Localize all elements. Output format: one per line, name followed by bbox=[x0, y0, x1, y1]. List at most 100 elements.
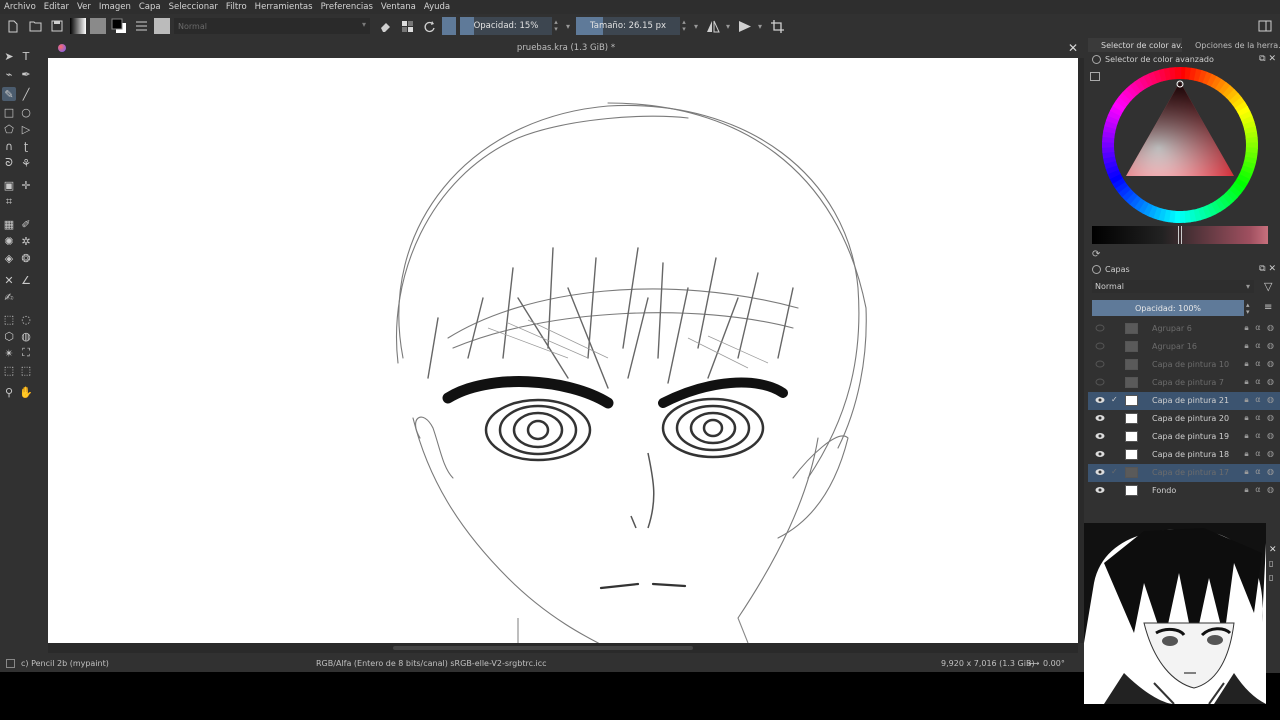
freehand-path-tool-icon[interactable]: ʈ bbox=[19, 139, 33, 153]
layer-name[interactable]: Capa de pintura 10 bbox=[1152, 360, 1229, 369]
document-title[interactable]: pruebas.kra (1.3 GiB) * bbox=[48, 43, 1084, 53]
wrap-around-icon[interactable] bbox=[768, 17, 786, 35]
freehand-brush-tool-icon[interactable]: ✎ bbox=[2, 87, 16, 101]
menu-preferencias[interactable]: Preferencias bbox=[321, 2, 373, 12]
text-tool-icon[interactable]: T bbox=[19, 49, 33, 63]
blend-mode-select[interactable]: Normal ▾ bbox=[174, 18, 370, 34]
mirror-horizontal-icon[interactable] bbox=[704, 17, 722, 35]
visibility-eye-icon[interactable] bbox=[1095, 414, 1105, 422]
layer-name[interactable]: Agrupar 16 bbox=[1152, 342, 1197, 351]
calligraphy-tool-icon[interactable]: ✒ bbox=[19, 67, 33, 81]
canvas-horizontal-scrollbar[interactable] bbox=[48, 643, 1078, 653]
layer-properties-icons[interactable]: 🔒︎ α ◍ bbox=[1244, 467, 1276, 477]
layer-row[interactable]: Fondo 🔒︎ α ◍ bbox=[1088, 482, 1280, 500]
reference-images-tool-icon[interactable]: ✍ bbox=[2, 290, 16, 304]
layer-properties-icons[interactable]: 🔒︎ α ◍ bbox=[1244, 323, 1276, 333]
size-slider[interactable]: Tamaño: 26.15 px bbox=[576, 17, 681, 35]
menu-herramientas[interactable]: Herramientas bbox=[255, 2, 313, 12]
new-document-icon[interactable] bbox=[4, 17, 22, 35]
layer-name[interactable]: Capa de pintura 17 bbox=[1152, 468, 1229, 477]
visibility-eye-icon[interactable] bbox=[1095, 468, 1105, 476]
multibrush-tool-icon[interactable]: ⚘ bbox=[19, 156, 33, 170]
layer-properties-icons[interactable]: 🔒︎ α ◍ bbox=[1244, 431, 1276, 441]
menu-ver[interactable]: Ver bbox=[77, 2, 91, 12]
zoom-tool-icon[interactable]: ⚲ bbox=[2, 385, 16, 399]
menu-ayuda[interactable]: Ayuda bbox=[424, 2, 450, 12]
layer-properties-icons[interactable]: 🔒︎ α ◍ bbox=[1244, 485, 1276, 495]
gradient-swatch[interactable] bbox=[70, 18, 86, 34]
layer-selected-check-icon[interactable]: ✓ bbox=[1111, 395, 1118, 404]
color-picker-tool-icon[interactable]: ✐ bbox=[19, 217, 33, 231]
gradient-tool-icon[interactable]: ▦ bbox=[2, 217, 16, 231]
filter-icon[interactable]: ▽ bbox=[1264, 280, 1272, 293]
polygon-tool-icon[interactable]: ⬠ bbox=[2, 122, 16, 136]
brush-preset-icon[interactable] bbox=[154, 18, 170, 34]
assistant-tool-icon[interactable]: ✕ bbox=[2, 273, 16, 287]
color-wheel[interactable] bbox=[1099, 64, 1261, 226]
float-close-icons[interactable]: ⧉ ✕ bbox=[1259, 54, 1276, 64]
mirror-vertical-dropdown-icon[interactable]: ▾ bbox=[758, 22, 762, 31]
menu-seleccionar[interactable]: Seleccionar bbox=[169, 2, 218, 12]
size-spin-icon[interactable]: ▴ ▾ bbox=[680, 19, 688, 33]
layer-row[interactable]: Agrupar 6 🔒︎ α ◍ bbox=[1088, 320, 1280, 338]
layer-name[interactable]: Capa de pintura 19 bbox=[1152, 432, 1229, 441]
layer-name[interactable]: Capa de pintura 18 bbox=[1152, 450, 1229, 459]
color-value-strip[interactable] bbox=[1092, 226, 1268, 244]
layer-properties-icons[interactable]: 🔒︎ α ◍ bbox=[1244, 377, 1276, 387]
freehand-selection-icon[interactable]: ◍ bbox=[19, 329, 33, 343]
layer-row[interactable]: Capa de pintura 10 🔒︎ α ◍ bbox=[1088, 356, 1280, 374]
layer-name[interactable]: Agrupar 6 bbox=[1152, 324, 1192, 333]
layer-row[interactable]: ✓ Capa de pintura 17 🔒︎ α ◍ bbox=[1088, 464, 1280, 482]
bezier-selection-icon[interactable]: ⬚ bbox=[2, 363, 16, 377]
color-history-icon[interactable] bbox=[1090, 72, 1100, 81]
current-color-swatch[interactable] bbox=[442, 17, 456, 35]
layer-properties-icons[interactable]: 🔒︎ α ◍ bbox=[1244, 449, 1276, 459]
refresh-icon[interactable]: ⟳ bbox=[1092, 249, 1100, 260]
layer-selected-check-icon[interactable]: ✓ bbox=[1111, 467, 1118, 476]
fill-tool-icon[interactable]: ◈ bbox=[2, 251, 16, 265]
polygonal-selection-icon[interactable]: ⬡ bbox=[2, 329, 16, 343]
open-document-icon[interactable] bbox=[26, 17, 44, 35]
layer-name[interactable]: Capa de pintura 21 bbox=[1152, 396, 1229, 405]
drawing-canvas[interactable] bbox=[48, 58, 1078, 643]
enclose-fill-tool-icon[interactable]: ❂ bbox=[19, 251, 33, 265]
workspace-icon[interactable] bbox=[1256, 17, 1274, 35]
dynamic-brush-tool-icon[interactable]: ᘐ bbox=[2, 156, 16, 170]
layer-name[interactable]: Capa de pintura 20 bbox=[1152, 414, 1229, 423]
contiguous-selection-icon[interactable]: ✴ bbox=[2, 346, 16, 360]
ellipse-tool-icon[interactable]: ○ bbox=[19, 105, 33, 119]
preserve-alpha-icon[interactable] bbox=[398, 17, 416, 35]
layer-opacity-spin-icon[interactable]: ▴ ▾ bbox=[1246, 302, 1250, 316]
layers-float-close-icons[interactable]: ⧉ ✕ bbox=[1259, 264, 1276, 274]
colorize-mask-tool-icon[interactable]: ✺ bbox=[2, 234, 16, 248]
menu-filtro[interactable]: Filtro bbox=[226, 2, 247, 12]
select-shapes-tool-icon[interactable]: ➤ bbox=[2, 49, 16, 63]
menu-ventana[interactable]: Ventana bbox=[381, 2, 416, 12]
tab-tool-options[interactable]: Opciones de la herra... bbox=[1182, 38, 1280, 52]
measure-tool-icon[interactable]: ∠ bbox=[19, 273, 33, 287]
pan-tool-icon[interactable]: ✋ bbox=[19, 385, 33, 399]
hidden-eye-icon[interactable] bbox=[1095, 324, 1105, 332]
rotation-value[interactable]: 0.00° bbox=[1043, 659, 1065, 668]
layer-row[interactable]: Capa de pintura 19 🔒︎ α ◍ bbox=[1088, 428, 1280, 446]
pattern-swatch[interactable] bbox=[90, 18, 106, 34]
close-document-icon[interactable]: ✕ bbox=[1068, 41, 1078, 55]
move-tool-icon[interactable]: ✛ bbox=[19, 178, 33, 192]
fg-bg-color-icon[interactable] bbox=[110, 17, 128, 35]
hidden-eye-icon[interactable] bbox=[1095, 342, 1105, 350]
menu-imagen[interactable]: Imagen bbox=[99, 2, 131, 12]
reference-tool-icon[interactable]: ▯ bbox=[1269, 559, 1273, 568]
brush-settings-icon[interactable] bbox=[132, 17, 150, 35]
transform-tool-icon[interactable]: ▣ bbox=[2, 178, 16, 192]
layer-properties-icons[interactable]: 🔒︎ α ◍ bbox=[1244, 341, 1276, 351]
crop-tool-icon[interactable]: ⌗ bbox=[2, 195, 16, 209]
layer-row[interactable]: ✓ Capa de pintura 21 🔒︎ α ◍ bbox=[1088, 392, 1280, 410]
mirror-horizontal-dropdown-icon[interactable]: ▾ bbox=[726, 22, 730, 31]
visibility-eye-icon[interactable] bbox=[1095, 432, 1105, 440]
menu-archivo[interactable]: Archivo bbox=[4, 2, 36, 12]
layer-row[interactable]: Agrupar 16 🔒︎ α ◍ bbox=[1088, 338, 1280, 356]
close-reference-icon[interactable]: ✕ bbox=[1269, 545, 1277, 555]
layer-opacity-slider[interactable]: Opacidad: 100% bbox=[1092, 300, 1244, 316]
eraser-icon[interactable] bbox=[376, 17, 394, 35]
visibility-eye-icon[interactable] bbox=[1095, 450, 1105, 458]
